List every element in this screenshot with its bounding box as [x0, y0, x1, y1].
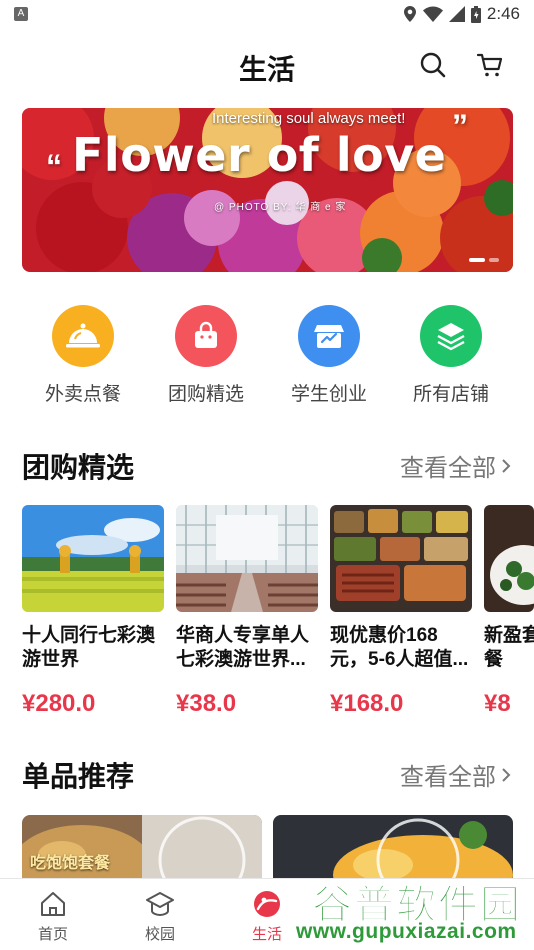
product-tag: 吃饱饱套餐: [30, 855, 111, 872]
search-icon[interactable]: [418, 50, 448, 80]
header: 生活: [0, 38, 534, 96]
notification-icon: A: [14, 7, 28, 21]
battery-icon: [470, 5, 481, 23]
signal-icon: [448, 6, 465, 22]
status-time: 2:46: [486, 4, 520, 23]
card-image: [22, 505, 164, 612]
watermark-url: www.gupuxiazai.com: [296, 920, 517, 943]
cart-icon[interactable]: [475, 50, 505, 80]
card-image: [176, 505, 318, 612]
banner-subtitle: Interesting soul always meet!: [212, 110, 406, 127]
category-takeout[interactable]: 外卖点餐: [28, 305, 138, 406]
carousel-dot: [489, 258, 499, 262]
category-grid: 外卖点餐 团购精选 学生创业 所有店铺: [0, 305, 534, 415]
layers-icon: [420, 305, 482, 367]
card-image: [330, 505, 472, 612]
home-icon: [38, 889, 68, 919]
category-label: 团购精选: [167, 384, 244, 405]
group-buy-header: 团购精选 查看全部: [22, 446, 512, 486]
category-label: 学生创业: [290, 384, 367, 405]
chevron-right-icon: [502, 458, 511, 473]
nav-campus[interactable]: 校园: [125, 889, 195, 944]
card-title: 新盈套餐: [484, 625, 534, 670]
card-price: ¥8: [484, 690, 511, 717]
group-buy-card[interactable]: 华商人专享单人七彩澳游世界... ¥38.0: [176, 505, 318, 718]
section-title: 单品推荐: [22, 761, 135, 792]
card-image: [484, 505, 534, 612]
nav-home[interactable]: 首页: [18, 889, 88, 944]
single-recommend-header: 单品推荐 查看全部: [22, 755, 512, 795]
status-indicators: 2:46: [403, 4, 520, 24]
banner-photo-credit: @ PHOTO BY: 华 商 e 家: [214, 202, 347, 213]
category-label: 外卖点餐: [44, 384, 121, 405]
category-group-buy[interactable]: 团购精选: [151, 305, 261, 406]
view-all-single-link[interactable]: 查看全部: [400, 757, 512, 792]
view-all-label: 查看全部: [400, 455, 496, 482]
category-label: 所有店铺: [412, 384, 489, 405]
food-cloche-icon: [52, 305, 114, 367]
campus-icon: [145, 889, 175, 919]
card-title: 华商人专享单人七彩澳游世界...: [176, 625, 310, 670]
card-price: ¥280.0: [22, 690, 96, 717]
carousel-dot-active: [469, 258, 485, 262]
card-price: ¥38.0: [176, 690, 237, 717]
site-watermark: 谷普软件园 www.gupuxiazai.com: [292, 866, 534, 950]
card-title: 十人同行七彩澳游世界: [22, 625, 156, 670]
category-student-startup[interactable]: 学生创业: [274, 305, 384, 406]
storefront-icon: [298, 305, 360, 367]
nav-label: 校园: [144, 926, 175, 943]
view-all-group-buy-link[interactable]: 查看全部: [400, 448, 512, 483]
page-title: 生活: [238, 54, 295, 85]
group-buy-card[interactable]: 现优惠价168元，5-6人超值... ¥168.0: [330, 505, 472, 718]
shopping-bag-icon: [175, 305, 237, 367]
category-all-shops[interactable]: 所有店铺: [396, 305, 506, 406]
nav-label: 首页: [37, 926, 68, 943]
banner-carousel[interactable]: Interesting soul always meet! “ Flower o…: [22, 108, 513, 272]
chevron-right-icon: [502, 767, 511, 782]
status-bar: A 2:46: [0, 0, 534, 28]
location-icon: [403, 6, 416, 22]
group-buy-card[interactable]: 十人同行七彩澳游世界 ¥280.0: [22, 505, 164, 718]
banner-headline: Flower of love: [72, 128, 447, 182]
section-title: 团购精选: [22, 452, 135, 483]
view-all-label: 查看全部: [400, 764, 496, 791]
life-icon: [252, 889, 282, 919]
banner-quote-open: “: [46, 148, 62, 184]
card-price: ¥168.0: [330, 690, 404, 717]
card-title: 现优惠价168元，5-6人超值...: [330, 625, 469, 670]
group-buy-card[interactable]: 新盈套餐 ¥8: [484, 505, 534, 718]
wifi-icon: [422, 6, 443, 22]
carousel-indicator: [469, 258, 499, 262]
banner-quote-close: ”: [452, 108, 468, 144]
